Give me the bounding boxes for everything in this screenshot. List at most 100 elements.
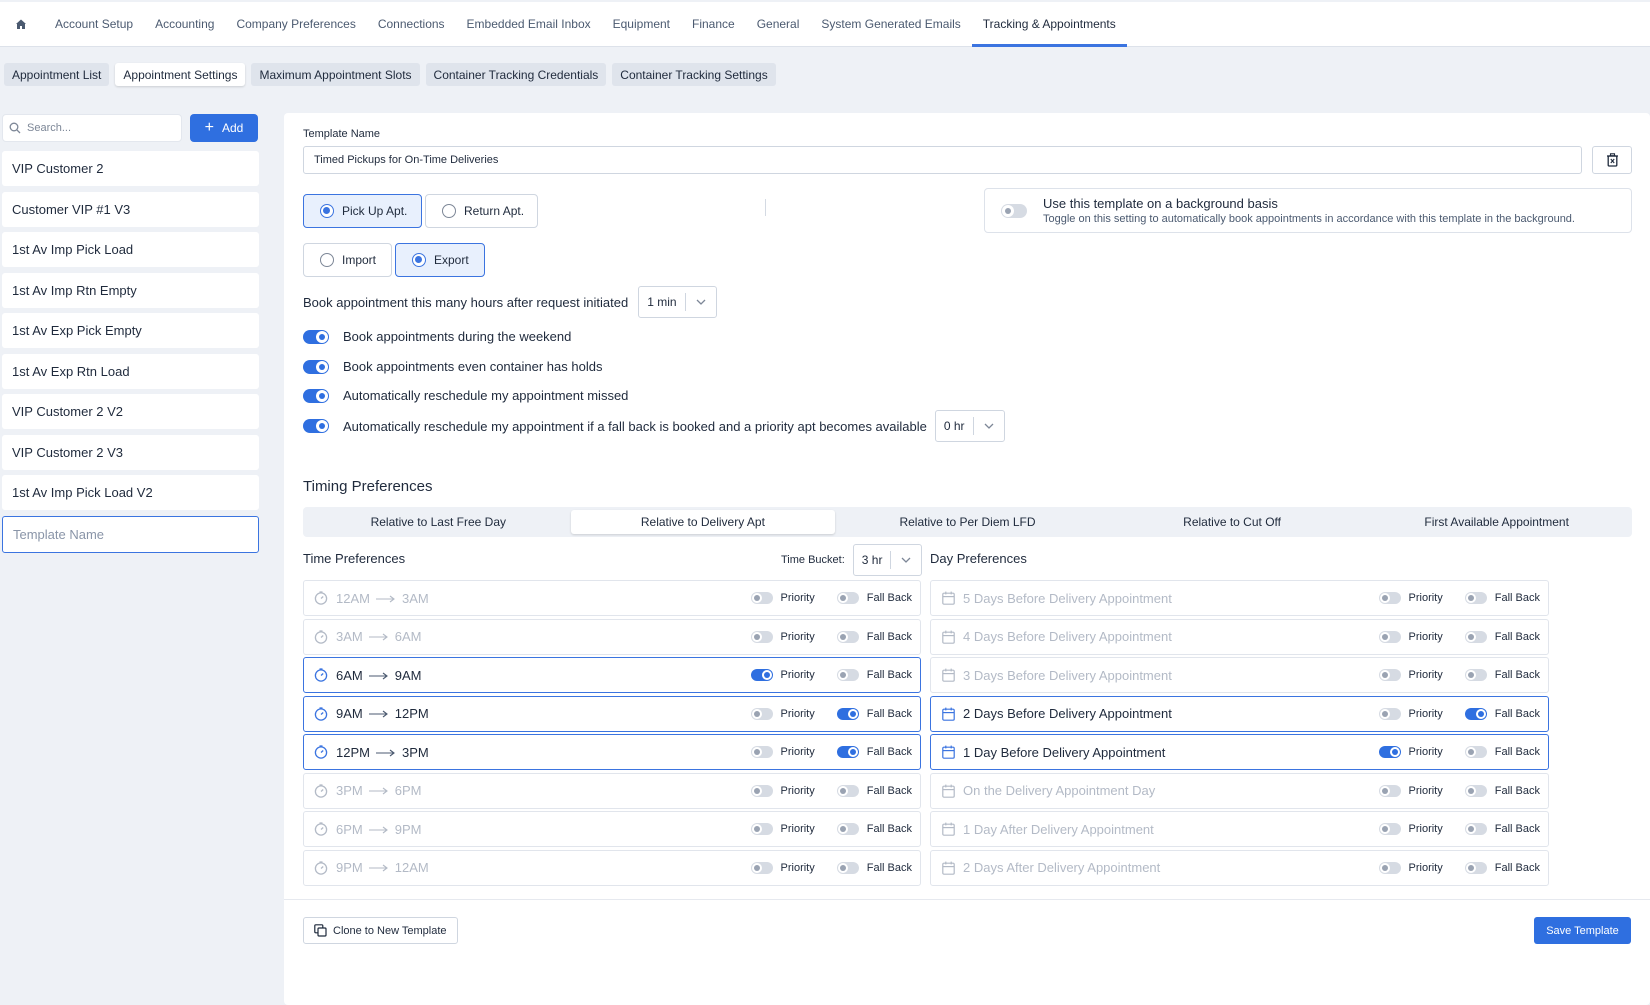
- new-template-name-input[interactable]: [13, 526, 243, 542]
- timing-tab-last-free-day[interactable]: Relative to Last Free Day: [306, 510, 571, 534]
- template-item[interactable]: 1st Av Imp Pick Load: [2, 232, 259, 267]
- timing-tab-delivery-apt[interactable]: Relative to Delivery Apt: [570, 510, 836, 534]
- clone-template-button[interactable]: Clone to New Template: [303, 917, 458, 944]
- priority-toggle[interactable]: [1378, 823, 1401, 835]
- fallback-toggle[interactable]: [836, 592, 859, 604]
- template-item[interactable]: 1st Av Imp Pick Load V2: [2, 475, 259, 510]
- book-after-label: Book appointment this many hours after r…: [303, 294, 629, 310]
- fallback-toggle[interactable]: [836, 746, 859, 758]
- priority-toggle[interactable]: [750, 784, 773, 797]
- template-item[interactable]: VIP Customer 2 V2: [2, 394, 259, 429]
- priority-toggle[interactable]: [1378, 784, 1401, 797]
- timing-tab-per-diem-lfd[interactable]: Relative to Per Diem LFD: [835, 510, 1100, 534]
- nav-tab-accounting[interactable]: Accounting: [144, 2, 225, 46]
- holds-toggle[interactable]: [303, 359, 329, 374]
- fallback-toggle[interactable]: [1464, 592, 1487, 604]
- export-option[interactable]: Export: [395, 243, 485, 277]
- fallback-toggle[interactable]: [836, 784, 859, 797]
- priority-toggle[interactable]: [750, 669, 773, 681]
- priority-toggle[interactable]: [1378, 669, 1401, 681]
- nav-tab-general[interactable]: General: [746, 2, 811, 46]
- subtab-maximum-appointment-slots[interactable]: Maximum Appointment Slots: [251, 63, 420, 86]
- pickup-apt-option[interactable]: Pick Up Apt.: [303, 194, 422, 228]
- priority-toggle[interactable]: [1378, 592, 1401, 604]
- day-preference-row[interactable]: 4 Days Before Delivery Appointment Priori…: [930, 618, 1549, 655]
- fallback-label: Fall Back: [866, 630, 912, 643]
- template-item[interactable]: 1st Av Imp Rtn Empty: [2, 272, 259, 308]
- nav-tab-company-preferences[interactable]: Company Preferences: [225, 2, 366, 46]
- reschedule-hours-select[interactable]: 0 hr: [934, 410, 1005, 442]
- template-item[interactable]: VIP Customer 2: [2, 151, 259, 186]
- day-preference-row[interactable]: On the Delivery Appointment Day Priority F…: [930, 772, 1549, 809]
- book-after-select[interactable]: 1 min: [638, 286, 717, 318]
- time-preference-row[interactable]: 9PM 12AM Priority Fall Back: [303, 849, 921, 886]
- time-preference-row[interactable]: 12AM 3AM Priority Fall Back: [303, 580, 921, 616]
- day-preference-row[interactable]: 1 Day Before Delivery Appointment Priorit…: [930, 734, 1549, 770]
- subtab-container-tracking-settings[interactable]: Container Tracking Settings: [612, 63, 776, 86]
- reschedule-missed-toggle[interactable]: [303, 388, 329, 403]
- fallback-toggle[interactable]: [836, 707, 859, 720]
- time-preference-row[interactable]: 3PM 6PM Priority Fall Back: [303, 772, 921, 809]
- day-preference-row[interactable]: 5 Days Before Delivery Appointment Priori…: [930, 580, 1549, 616]
- fallback-toggle[interactable]: [1464, 861, 1487, 874]
- fallback-toggle[interactable]: [1464, 630, 1487, 643]
- priority-toggle[interactable]: [750, 592, 773, 604]
- search-input[interactable]: [27, 122, 167, 134]
- delete-template-button[interactable]: [1592, 146, 1632, 174]
- time-bucket-select[interactable]: 3 hr: [852, 544, 923, 576]
- priority-toggle[interactable]: [750, 746, 773, 758]
- priority-toggle[interactable]: [1378, 861, 1401, 874]
- subtab-appointment-settings[interactable]: Appointment Settings: [115, 63, 246, 86]
- background-basis-title: Use this template on a background basis: [1043, 196, 1278, 211]
- subtab-appointment-list[interactable]: Appointment List: [4, 63, 110, 86]
- template-item[interactable]: 1st Av Exp Rtn Load: [2, 353, 259, 389]
- priority-toggle[interactable]: [750, 861, 773, 874]
- priority-toggle[interactable]: [1378, 746, 1401, 758]
- priority-toggle[interactable]: [1378, 707, 1401, 720]
- day-preference-row[interactable]: 2 Days Before Delivery Appointment Priori…: [930, 695, 1549, 732]
- priority-toggle[interactable]: [750, 630, 773, 643]
- fallback-toggle[interactable]: [1464, 784, 1487, 797]
- priority-toggle[interactable]: [750, 707, 773, 720]
- timing-tab-cut-off[interactable]: Relative to Cut Off: [1100, 510, 1365, 534]
- fallback-toggle[interactable]: [836, 669, 859, 681]
- import-option[interactable]: Import: [303, 243, 392, 277]
- background-basis-toggle[interactable]: [1001, 203, 1027, 218]
- fallback-toggle[interactable]: [1464, 669, 1487, 681]
- day-preference-row[interactable]: 1 Day After Delivery Appointment Priority…: [930, 811, 1549, 847]
- add-template-button[interactable]: + Add: [190, 114, 258, 142]
- nav-tab-finance[interactable]: Finance: [681, 2, 746, 46]
- time-preference-row[interactable]: 9AM 12PM Priority Fall Back: [303, 695, 921, 732]
- day-preference-row[interactable]: 2 Days After Delivery Appointment Priorit…: [930, 849, 1549, 886]
- time-preference-row[interactable]: 12PM 3PM Priority Fall Back: [303, 734, 921, 770]
- template-item[interactable]: 1st Av Exp Pick Empty: [2, 313, 259, 348]
- fallback-toggle[interactable]: [836, 630, 859, 643]
- template-item[interactable]: VIP Customer 2 V3: [2, 434, 259, 470]
- weekend-toggle[interactable]: [303, 329, 329, 344]
- fallback-toggle[interactable]: [1464, 707, 1487, 720]
- nav-tab-equipment[interactable]: Equipment: [602, 2, 681, 46]
- time-preference-row[interactable]: 6AM 9AM Priority Fall Back: [303, 657, 921, 693]
- priority-toggle[interactable]: [1378, 630, 1401, 643]
- day-preference-row[interactable]: 3 Days Before Delivery Appointment Priori…: [930, 657, 1549, 693]
- nav-tab-embedded-email-inbox[interactable]: Embedded Email Inbox: [456, 2, 602, 46]
- fallback-toggle[interactable]: [1464, 823, 1487, 835]
- save-template-button[interactable]: Save Template: [1534, 917, 1631, 944]
- nav-tab-system-generated-emails[interactable]: System Generated Emails: [810, 2, 971, 46]
- fallback-toggle[interactable]: [836, 823, 859, 835]
- template-item[interactable]: Customer VIP #1 V3: [2, 191, 259, 227]
- fallback-toggle[interactable]: [1464, 746, 1487, 758]
- nav-tab-connections[interactable]: Connections: [367, 2, 456, 46]
- template-name-input[interactable]: Timed Pickups for On-Time Deliveries: [303, 146, 1582, 174]
- timing-tab-first-available[interactable]: First Available Appointment: [1364, 510, 1629, 534]
- time-preference-row[interactable]: 6PM 9PM Priority Fall Back: [303, 811, 921, 847]
- priority-toggle[interactable]: [750, 823, 773, 835]
- fallback-toggle[interactable]: [836, 861, 859, 874]
- nav-tab-tracking-appointments[interactable]: Tracking & Appointments: [971, 2, 1127, 47]
- time-preference-row[interactable]: 3AM 6AM Priority Fall Back: [303, 618, 921, 655]
- nav-tab-account-setup[interactable]: Account Setup: [44, 2, 144, 46]
- home-icon[interactable]: [8, 2, 34, 46]
- return-apt-option[interactable]: Return Apt.: [425, 194, 538, 228]
- subtab-container-tracking-credentials[interactable]: Container Tracking Credentials: [425, 63, 607, 86]
- reschedule-fallback-toggle[interactable]: [303, 419, 329, 433]
